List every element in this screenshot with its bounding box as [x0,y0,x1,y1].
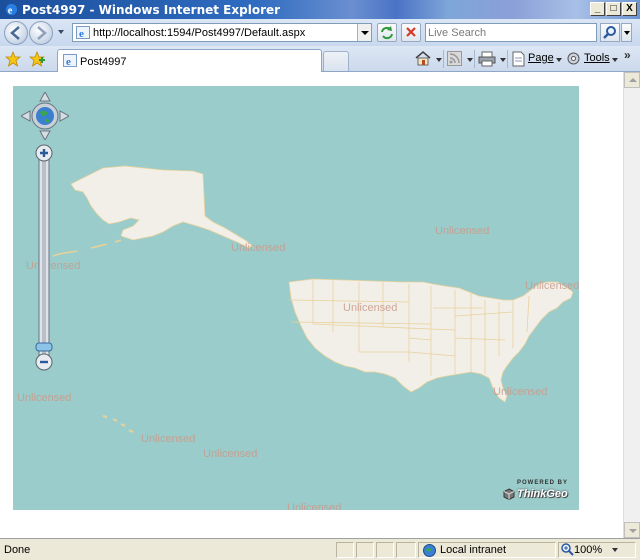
new-tab-button[interactable] [323,51,349,71]
home-icon[interactable] [414,50,432,67]
search-box[interactable] [425,23,597,42]
tab-post4997[interactable]: e Post4997 [57,49,322,72]
minimize-button[interactable]: _ [590,2,605,16]
maximize-button[interactable]: □ [606,2,621,16]
page-menu[interactable]: Page [528,52,554,64]
unlicensed-watermark: Unlicensed [203,448,258,460]
aleutian-islands [52,239,122,257]
refresh-icon [381,26,393,40]
forward-button[interactable] [29,21,53,45]
navigation-bar: e http://localhost:1594/Post4997/Default… [0,19,640,46]
print-dropdown[interactable] [500,58,506,62]
scroll-down-button[interactable] [624,522,640,538]
add-favorites-icon[interactable] [29,51,45,67]
unlicensed-watermark: Unlicensed [287,502,342,510]
back-icon [10,26,20,40]
stop-button[interactable] [401,23,421,42]
unlicensed-watermark: Unlicensed [525,280,579,292]
alaska-shape [70,165,254,249]
address-url: http://localhost:1594/Post4997/Default.a… [93,27,306,39]
logo-name: ThinkGeo [517,488,568,500]
zoom-slider[interactable] [35,144,53,372]
tab-label: Post4997 [80,56,127,68]
close-button[interactable]: X [622,2,637,16]
separator [443,50,444,68]
search-input[interactable] [428,25,594,40]
chevron-more-icon[interactable]: » [624,48,631,62]
map-land-layer [52,165,574,433]
page-content: Unlicensed Unlicensed Unlicensed Unlicen… [0,72,623,538]
svg-text:e: e [66,56,71,67]
address-bar[interactable]: e http://localhost:1594/Post4997/Default… [72,23,372,42]
page-icon: e [63,54,77,67]
status-panel [396,542,416,558]
zoom-level[interactable]: 100% [574,544,602,556]
svg-text:e: e [8,5,13,16]
tab-bar: e Post4997 Page Tools » [0,46,640,72]
page-icon [512,51,525,67]
forward-icon [37,26,47,40]
stop-icon [406,27,416,37]
feeds-dropdown[interactable] [467,58,473,62]
page-icon: e [76,26,90,39]
print-icon[interactable] [478,50,496,67]
vertical-scrollbar[interactable] [623,72,640,538]
search-button[interactable] [600,23,620,42]
unlicensed-watermark: Unlicensed [141,433,196,445]
status-panel [336,542,354,558]
thinkgeo-logo: POWERED BY ThinkGeo [501,480,577,504]
unlicensed-watermark: Unlicensed [343,302,398,314]
unlicensed-watermark: Unlicensed [231,242,286,254]
page-dropdown[interactable] [556,58,562,62]
feeds-icon[interactable] [447,51,462,66]
ie-logo-icon: e [5,3,18,16]
address-dropdown[interactable] [357,24,371,41]
tools-gear-icon [567,52,580,65]
status-panel [356,542,374,558]
search-icon [603,26,616,39]
window-title: Post4997 - Windows Internet Explorer [22,3,281,17]
zoom-dropdown[interactable] [612,548,618,552]
recent-pages-dropdown[interactable] [58,30,64,34]
status-text: Done [4,544,31,556]
title-bar: e Post4997 - Windows Internet Explorer _… [0,0,640,19]
home-dropdown[interactable] [436,58,442,62]
status-bar: Done Local intranet 100% [0,538,640,560]
unlicensed-watermark: Unlicensed [493,386,548,398]
search-options-dropdown[interactable] [621,23,632,42]
status-panel [376,542,394,558]
zoom-thumb [35,342,53,352]
back-button[interactable] [4,21,28,45]
zoom-icon[interactable] [561,543,574,556]
unlicensed-watermark: Unlicensed [435,225,490,237]
cube-icon [503,488,515,500]
svg-text:e: e [79,28,84,39]
map-viewport[interactable]: Unlicensed Unlicensed Unlicensed Unlicen… [13,86,579,510]
intranet-globe-icon [423,544,436,557]
hawaii-islands [102,415,134,433]
pan-control[interactable] [21,92,69,140]
unlicensed-watermark: Unlicensed [17,392,72,404]
separator [474,50,475,68]
scroll-up-button[interactable] [624,72,640,88]
favorites-star-icon[interactable] [5,51,21,67]
separator [507,50,508,68]
refresh-button[interactable] [377,23,397,42]
logo-powered-by: POWERED BY [517,480,569,486]
globe-icon [36,107,54,125]
security-zone: Local intranet [440,544,507,556]
tools-menu[interactable]: Tools [584,52,610,64]
tools-dropdown[interactable] [612,58,618,62]
